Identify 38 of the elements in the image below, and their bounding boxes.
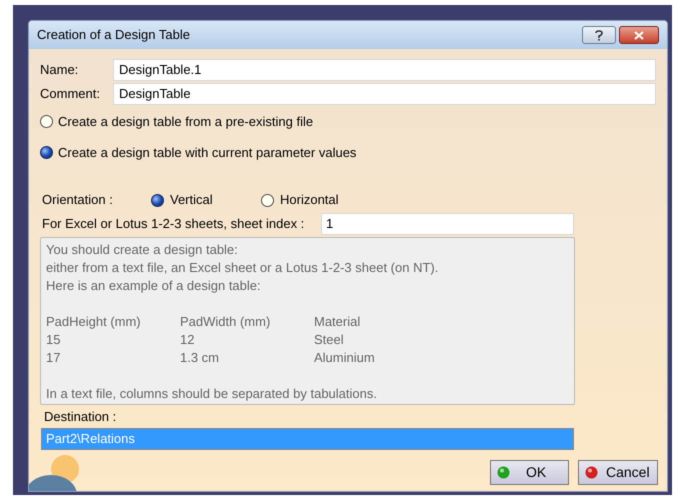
sheet-index-label: For Excel or Lotus 1-2-3 sheets, sheet index : [41,215,306,234]
example-cell: 1.3 cm [180,350,220,365]
text-field[interactable]: DesignTable.1 [113,58,656,80]
radio-button[interactable] [261,194,274,206]
example-cell: Aluminium [314,350,375,365]
info-text: either from a text file, an Excel sheet or a Lotus 1-2-3 sheet (on NT). [46,259,438,277]
radio-label[interactable]: Create a design table from a pre-existing file [58,112,314,132]
radio-label[interactable]: Horizontal [280,190,339,210]
example-cell: 17 [46,350,60,365]
close-icon [634,30,644,40]
window-title: Creation of a Design Table [37,26,190,44]
status-dot-icon [497,466,510,479]
example-cell: 12 [180,332,194,347]
example-cell: Material [314,314,360,329]
destination-label: Destination : [43,409,118,425]
dialog-button[interactable]: OK [490,460,569,485]
radio-button[interactable] [151,194,164,206]
help-icon [595,30,603,40]
field-label: Name: [40,60,80,79]
field-label: Comment: [40,84,101,103]
sheet-index-field[interactable]: 1 [321,213,574,235]
text-field[interactable]: DesignTable [113,82,656,104]
close-button[interactable] [619,26,659,44]
info-text: Here is an example of a design table: [46,277,261,295]
status-dot-icon [585,466,598,479]
example-cell: 15 [46,332,60,347]
example-cell: Steel [314,332,344,347]
info-note: In a text file, columns should be separated by tabulations. [46,385,377,403]
radio-button[interactable] [40,146,53,159]
dialog-button[interactable]: Cancel [578,460,658,485]
radio-button[interactable] [40,115,53,128]
example-cell: PadWidth (mm) [180,314,270,329]
radio-label[interactable]: Vertical [170,190,213,210]
info-text: You should create a design table: [46,241,238,259]
orientation-label: Orientation : [41,191,114,210]
radio-label[interactable]: Create a design table with current parameter values [58,142,356,162]
example-cell: PadHeight (mm) [46,314,141,329]
help-button[interactable] [582,26,616,44]
